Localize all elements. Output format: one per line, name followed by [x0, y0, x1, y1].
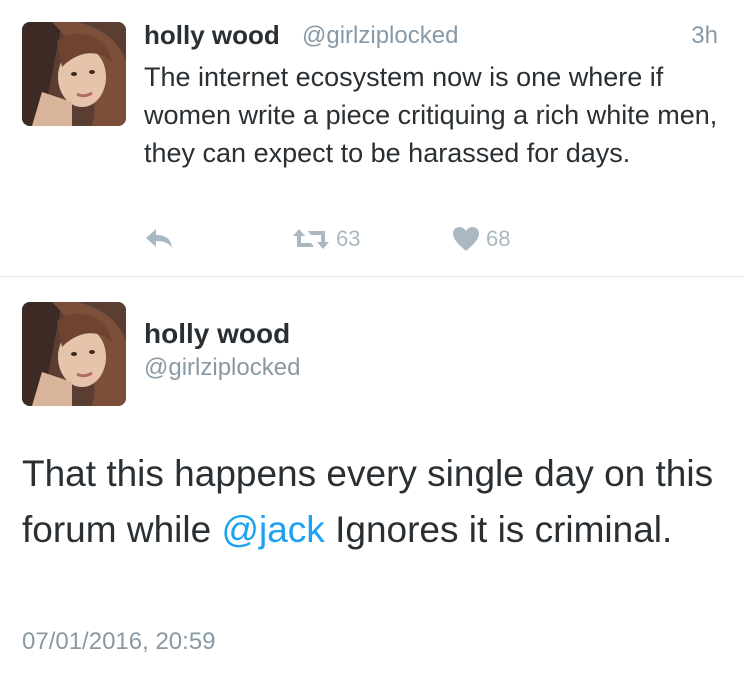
tweet-timestamp: 07/01/2016, 20:59 — [22, 628, 216, 655]
avatar-photo — [22, 22, 126, 126]
like-count: 68 — [486, 226, 511, 251]
user-handle[interactable]: @girlziplocked — [144, 354, 300, 382]
retweet-button[interactable]: 63 — [292, 226, 360, 252]
heart-icon — [453, 227, 479, 251]
reply-icon — [146, 229, 172, 248]
display-name[interactable]: holly wood — [144, 20, 280, 51]
retweet-icon — [293, 229, 329, 249]
mention-link[interactable]: @jack — [221, 509, 324, 550]
retweet-count: 63 — [336, 226, 361, 251]
tweet-text: The internet ecosystem now is one where … — [144, 62, 718, 168]
tweet-text-end: Ignores it is criminal. — [324, 509, 673, 550]
user-handle[interactable]: @girlziplocked — [302, 22, 458, 50]
avatar-photo — [22, 302, 126, 406]
avatar[interactable] — [22, 302, 126, 406]
divider — [0, 276, 744, 277]
like-button[interactable]: 68 — [452, 226, 510, 252]
tweet-time: 3h — [691, 22, 718, 49]
display-name[interactable]: holly wood — [144, 318, 290, 350]
tweet-card[interactable]: holly wood @girlziplocked 3h The interne… — [0, 0, 744, 276]
reply-button[interactable] — [144, 226, 174, 250]
avatar[interactable] — [22, 22, 126, 126]
tweet-text: That this happens every single day on th… — [22, 446, 722, 558]
tweet-actions: 63 68 — [144, 226, 564, 256]
